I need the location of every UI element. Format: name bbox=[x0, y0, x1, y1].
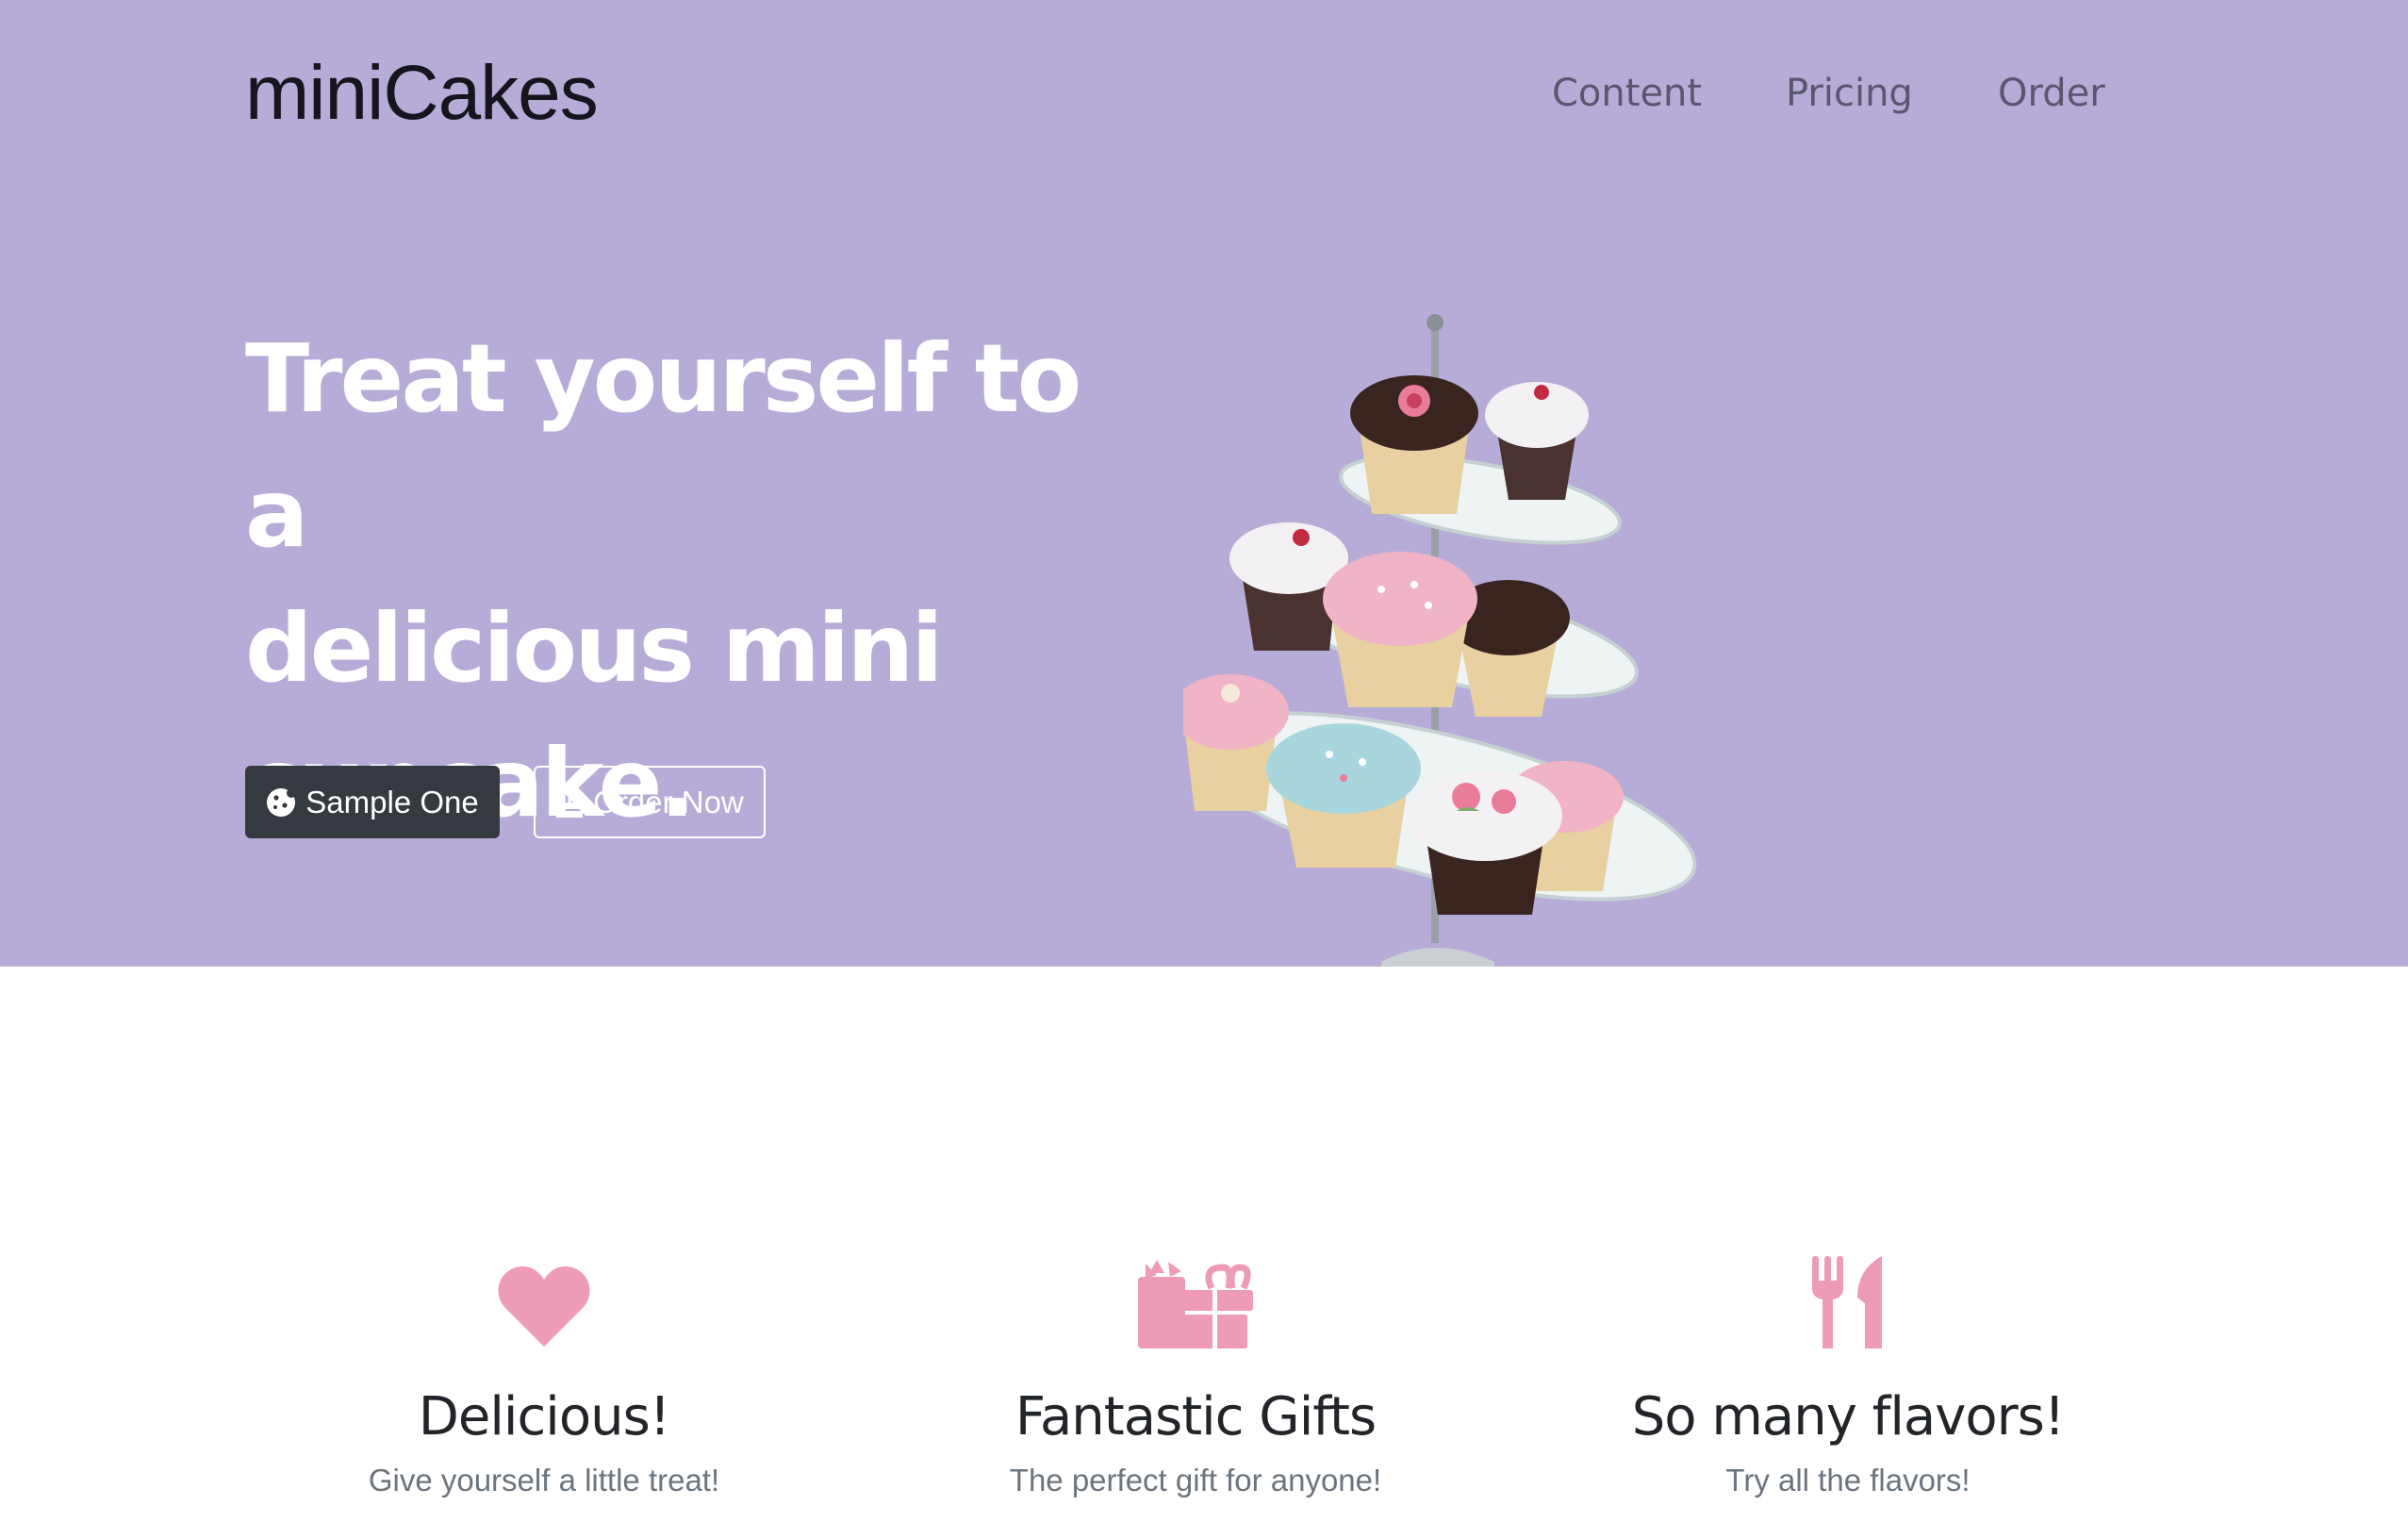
feature-subtitle-gifts: The perfect gift for anyone! bbox=[1009, 1463, 1382, 1498]
nav-link-content[interactable]: Content bbox=[1552, 72, 1702, 115]
utensils-icon bbox=[1518, 1245, 2178, 1349]
cupcake-stand-image bbox=[1183, 314, 1697, 967]
feature-subtitle-delicious: Give yourself a little treat! bbox=[368, 1463, 720, 1498]
feature-flavors: So many flavors! Try all the flavors! bbox=[1518, 1245, 2178, 1498]
gifts-icon bbox=[866, 1245, 1526, 1349]
hero-section: miniCakes Content Pricing Order Treat yo… bbox=[0, 0, 2408, 967]
order-now-button[interactable]: Order Now bbox=[534, 766, 766, 838]
feature-gifts: Fantastic Gifts The perfect gift for any… bbox=[866, 1245, 1526, 1498]
top-nav: Content Pricing Order bbox=[0, 72, 2408, 128]
nav-link-pricing[interactable]: Pricing bbox=[1786, 72, 1913, 115]
sample-one-label: Sample One bbox=[305, 784, 479, 819]
feature-subtitle-flavors: Try all the flavors! bbox=[1725, 1463, 1971, 1498]
sample-one-button[interactable]: Sample One bbox=[245, 766, 500, 838]
order-now-label: Order Now bbox=[593, 784, 744, 819]
feature-title-delicious: Delicious! bbox=[418, 1386, 670, 1448]
birthday-cake-icon bbox=[555, 787, 584, 818]
cookie-icon bbox=[266, 787, 297, 818]
nav-link-order[interactable]: Order bbox=[1998, 72, 2105, 115]
hero-headline-line-2: delicious mini bbox=[245, 593, 944, 703]
feature-delicious: Delicious! Give yourself a little treat! bbox=[214, 1245, 874, 1498]
heart-icon bbox=[214, 1245, 874, 1349]
feature-title-flavors: So many flavors! bbox=[1631, 1386, 2066, 1448]
feature-title-gifts: Fantastic Gifts bbox=[1014, 1386, 1377, 1448]
hero-headline-line-1: Treat yourself to a bbox=[245, 323, 1081, 569]
